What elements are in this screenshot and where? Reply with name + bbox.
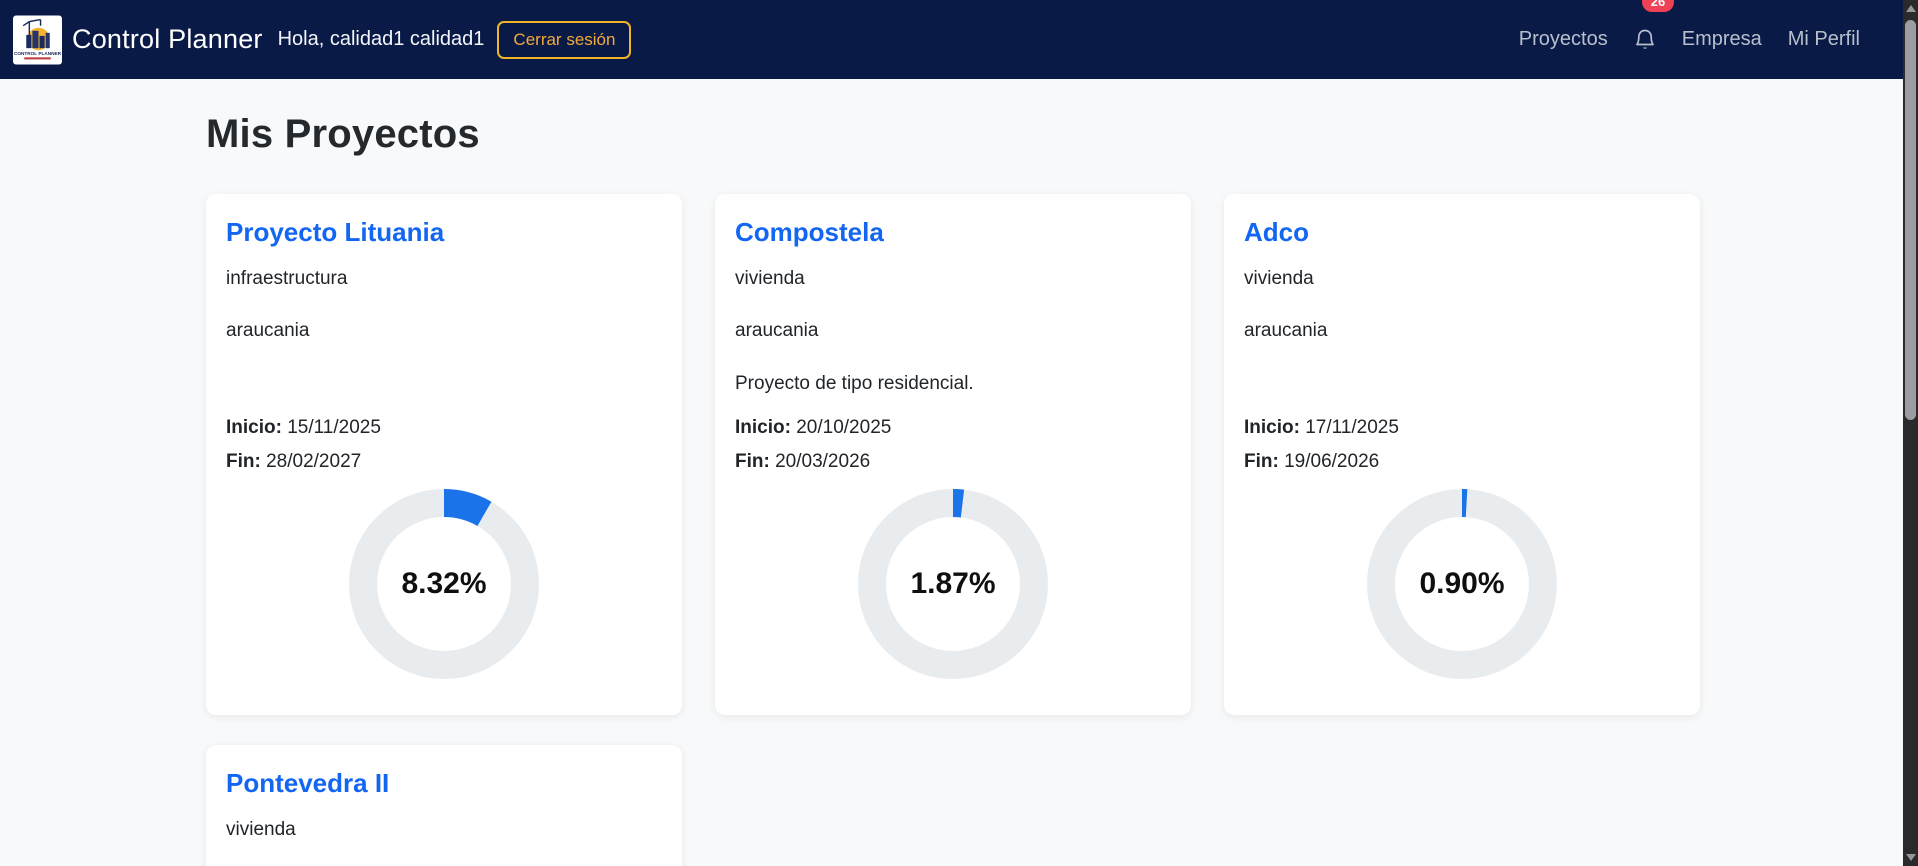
logout-button[interactable]: Cerrar sesión <box>497 20 632 59</box>
arrow-up-icon <box>1905 5 1916 12</box>
nav-link-proyectos[interactable]: Proyectos <box>1519 28 1608 51</box>
nav-link-empresa[interactable]: Empresa <box>1682 28 1762 51</box>
scroll-down-button[interactable] <box>1903 849 1918 866</box>
arrow-down-icon <box>1905 854 1916 861</box>
scroll-up-button[interactable] <box>1903 0 1918 17</box>
end-label: Fin: <box>226 450 261 472</box>
project-card: Proyecto Lituania infraestructura arauca… <box>206 194 682 715</box>
project-dates: Inicio: 20/10/2025 Fin: 20/03/2026 <box>735 411 1171 479</box>
project-title-link[interactable]: Proyecto Lituania <box>226 216 662 250</box>
control-planner-logo-icon: CONTROL PLANNER <box>13 15 62 64</box>
start-label: Inicio: <box>1244 416 1300 438</box>
progress-percentage: 0.90% <box>1419 566 1505 600</box>
start-label: Inicio: <box>735 416 791 438</box>
scrollbar-thumb[interactable] <box>1905 20 1916 420</box>
project-description <box>1244 371 1680 411</box>
end-label: Fin: <box>1244 450 1279 472</box>
project-start-date: Inicio: 17/11/2025 <box>1244 416 1399 438</box>
project-description <box>226 371 662 411</box>
bell-icon <box>1635 29 1654 49</box>
progress-percentage: 8.32% <box>401 566 487 600</box>
project-title-link[interactable]: Compostela <box>735 216 1171 250</box>
brand-title[interactable]: Control Planner <box>72 24 263 55</box>
project-type: vivienda <box>735 267 805 289</box>
progress-donut: 8.32% <box>349 488 539 679</box>
project-card: Compostela vivienda araucania Proyecto d… <box>715 194 1191 715</box>
end-label: Fin: <box>735 450 770 472</box>
project-type: vivienda <box>226 818 296 840</box>
project-start-date: Inicio: 20/10/2025 <box>735 416 892 438</box>
app-header: CONTROL PLANNER Control Planner Hola, ca… <box>0 0 1918 79</box>
notifications-button[interactable]: 26 <box>1634 0 1675 52</box>
app-logo[interactable]: CONTROL PLANNER <box>13 15 62 65</box>
notification-count-badge: 26 <box>1641 0 1675 12</box>
project-description: Proyecto de tipo residencial. <box>735 372 974 394</box>
project-end-date: Fin: 28/02/2027 <box>226 450 362 472</box>
project-region: araucania <box>735 320 819 342</box>
start-label: Inicio: <box>226 416 282 438</box>
project-card: Adco vivienda araucania Inicio: 17/11/20… <box>1224 194 1700 715</box>
header-nav: Proyectos 26 Empresa Mi Perfil <box>1519 0 1860 52</box>
progress-donut: 1.87% <box>858 488 1048 679</box>
projects-grid: Proyecto Lituania infraestructura arauca… <box>206 194 1700 866</box>
page-title: Mis Proyectos <box>206 112 480 156</box>
project-region: araucania <box>1244 320 1328 342</box>
project-dates: Inicio: 15/11/2025 Fin: 28/02/2027 <box>226 411 662 479</box>
project-region: araucania <box>226 320 310 342</box>
project-end-date: Fin: 19/06/2026 <box>1244 450 1380 472</box>
project-card: Pontevedra II vivienda Inicio: Fin: <box>206 745 682 866</box>
project-title-link[interactable]: Adco <box>1244 216 1680 250</box>
project-type: infraestructura <box>226 267 348 289</box>
project-type: vivienda <box>1244 267 1314 289</box>
project-start-date: Inicio: 15/11/2025 <box>226 416 381 438</box>
progress-percentage: 1.87% <box>910 566 996 600</box>
project-end-date: Fin: 20/03/2026 <box>735 450 871 472</box>
project-title-link[interactable]: Pontevedra II <box>226 767 662 801</box>
vertical-scrollbar[interactable] <box>1903 0 1918 866</box>
main-content: Mis Proyectos Proyecto Lituania infraest… <box>0 79 1918 866</box>
user-greeting: Hola, calidad1 calidad1 <box>277 28 485 50</box>
nav-link-mi-perfil[interactable]: Mi Perfil <box>1788 28 1860 51</box>
project-dates: Inicio: 17/11/2025 Fin: 19/06/2026 <box>1244 411 1680 479</box>
logo-text: CONTROL PLANNER <box>14 50 62 55</box>
progress-donut: 0.90% <box>1367 488 1557 679</box>
